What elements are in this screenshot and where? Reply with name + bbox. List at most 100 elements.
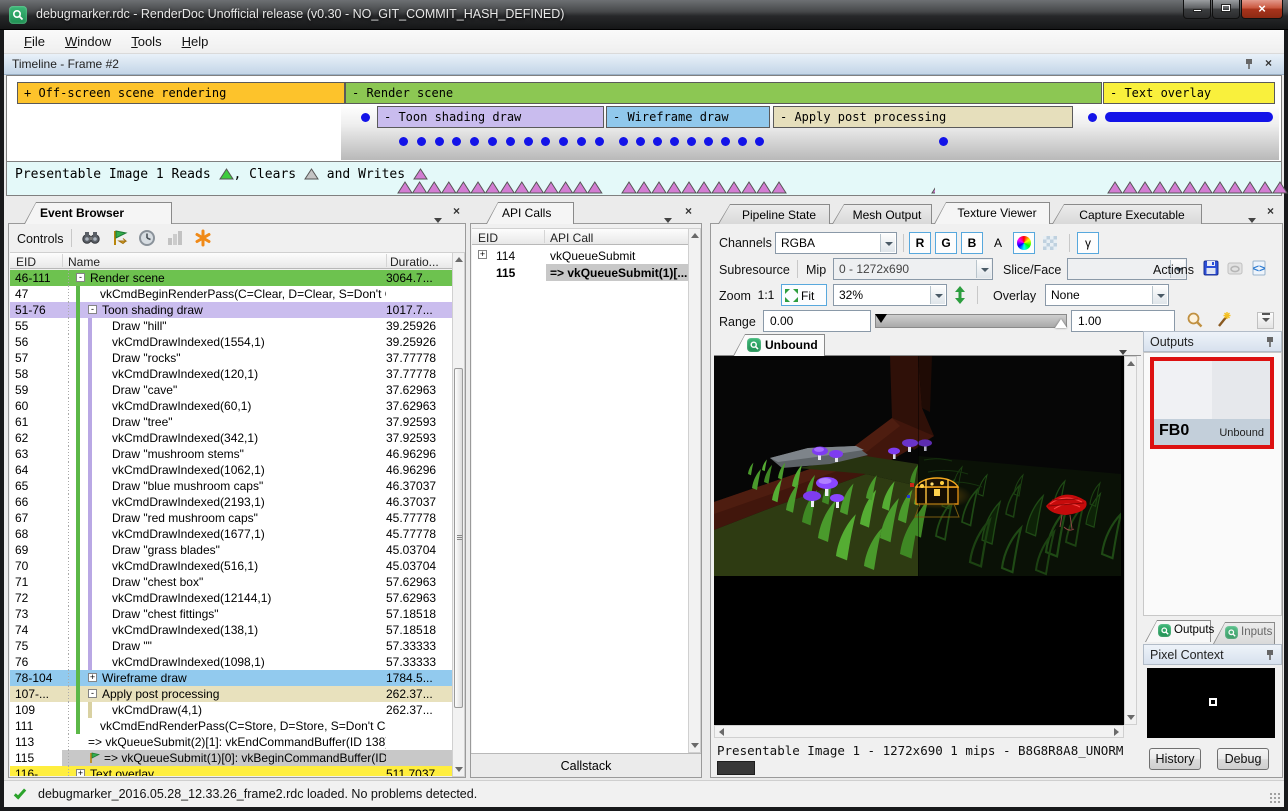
checkerboard-background-button[interactable] — [1039, 232, 1061, 254]
timeline-draw-dot[interactable] — [653, 137, 662, 146]
timeline-draw-dot[interactable] — [577, 137, 586, 146]
callstack-section[interactable]: Callstack — [471, 753, 701, 777]
event-row[interactable]: 113=> vkQueueSubmit(2)[1]: vkEndCommandB… — [10, 734, 454, 750]
pixel-context-pin-icon[interactable] — [1265, 649, 1275, 661]
event-row[interactable]: 66vkCmdDrawIndexed(2193,1)46.37037 — [10, 494, 454, 510]
api-calls-dock-menu-icon[interactable] — [664, 210, 672, 228]
event-browser-column-header[interactable]: EID Name Duratio... — [10, 252, 453, 269]
timeline-draw-dot[interactable] — [619, 137, 628, 146]
tab-texture-viewer[interactable]: Texture Viewer — [934, 202, 1050, 224]
range-white-handle[interactable] — [1055, 319, 1067, 328]
event-row[interactable]: 72vkCmdDrawIndexed(12144,1)57.62963 — [10, 590, 454, 606]
event-row[interactable]: 65Draw "blue mushroom caps"46.37037 — [10, 478, 454, 494]
event-row[interactable]: 47vkCmdBeginRenderPass(C=Clear, D=Clear,… — [10, 286, 454, 302]
pixel-context-view[interactable] — [1147, 668, 1275, 738]
timeline-draw-dot[interactable] — [399, 137, 408, 146]
event-row[interactable]: 115=> vkQueueSubmit(1)[0]: vkBeginComman… — [10, 750, 454, 766]
zoom-level-combo[interactable]: 32% — [833, 284, 947, 306]
tab-mesh-output[interactable]: Mesh Output — [832, 204, 932, 224]
event-row[interactable]: 55Draw "hill"39.25926 — [10, 318, 454, 334]
timeline-marker-bar[interactable]: - Toon shading draw — [377, 106, 604, 128]
time-draws-icon[interactable] — [137, 228, 157, 248]
collapse-icon[interactable]: - — [76, 273, 85, 282]
timeline-draw-dot[interactable] — [636, 137, 645, 146]
event-row[interactable]: 116-...+Text overlay511.7037 — [10, 766, 454, 776]
timeline-draw-dot[interactable] — [721, 137, 730, 146]
find-event-icon[interactable] — [81, 228, 101, 248]
pixel-context-header[interactable]: Pixel Context — [1143, 644, 1282, 665]
api-calls-scrollbar[interactable] — [688, 228, 701, 753]
timeline-draw-dot[interactable] — [435, 137, 444, 146]
save-texture-icon[interactable] — [1201, 258, 1221, 278]
event-row[interactable]: 46-111-Render scene3064.7... — [10, 270, 454, 286]
tab-capture-executable[interactable]: Capture Executable — [1052, 204, 1202, 224]
open-link-icon[interactable] — [1225, 258, 1245, 278]
texture-viewer-close-icon[interactable]: × — [1267, 204, 1274, 218]
tab-pipeline-state[interactable]: Pipeline State — [718, 204, 830, 224]
timeline-canvas[interactable]: + Off-screen scene rendering- Render sce… — [6, 75, 1282, 161]
event-row[interactable]: 73Draw "chest fittings"57.18518 — [10, 606, 454, 622]
event-row[interactable]: 59Draw "cave"37.62963 — [10, 382, 454, 398]
event-row[interactable]: 111vkCmdEndRenderPass(C=Store, D=Store, … — [10, 718, 454, 734]
range-black-handle[interactable] — [875, 314, 887, 323]
timeline-marker-bar[interactable]: - Apply post processing — [773, 106, 1073, 128]
zoom-1-1-button[interactable]: 1:1 — [753, 284, 779, 306]
timeline-panel-header[interactable]: Timeline - Frame #2 × — [4, 54, 1284, 75]
api-events-asterisk-icon[interactable] — [193, 228, 213, 248]
range-max-field[interactable]: 1.00 — [1071, 310, 1175, 332]
timeline-marker-bar[interactable]: + Off-screen scene rendering — [17, 82, 345, 104]
timeline-draw-dot[interactable] — [755, 137, 764, 146]
channel-alpha-toggle[interactable]: A — [987, 232, 1009, 254]
flip-y-icon[interactable] — [953, 285, 967, 305]
event-row[interactable]: 58vkCmdDrawIndexed(120,1)37.77778 — [10, 366, 454, 382]
zoom-fit-button[interactable]: Fit — [781, 284, 827, 306]
pin-icon[interactable] — [1244, 58, 1254, 70]
colorwheel-background-button[interactable] — [1013, 232, 1035, 254]
event-row[interactable]: 76vkCmdDrawIndexed(1098,1)57.33333 — [10, 654, 454, 670]
autofit-wand-icon[interactable] — [1213, 310, 1233, 330]
expand-icon[interactable]: + — [76, 769, 85, 776]
timeline-draw-dot[interactable] — [417, 137, 426, 146]
timeline-draw-dot[interactable] — [506, 137, 515, 146]
timeline-draw-dot[interactable] — [687, 137, 696, 146]
toolbar-overflow-button[interactable] — [1257, 312, 1274, 329]
timeline-draw-dot[interactable] — [488, 137, 497, 146]
menu-help[interactable]: Help — [172, 30, 219, 49]
pixel-history-button[interactable]: History — [1149, 748, 1201, 770]
outputs-pin-icon[interactable] — [1265, 336, 1275, 348]
range-slider[interactable] — [875, 314, 1067, 328]
range-min-field[interactable]: 0.00 — [763, 310, 871, 332]
api-call-row[interactable]: +114vkQueueSubmit — [472, 247, 688, 264]
minimize-button[interactable] — [1183, 0, 1211, 19]
texture-list-dropdown-icon[interactable] — [1119, 342, 1127, 360]
bookmark-flag-icon[interactable] — [109, 228, 129, 248]
gamma-toggle[interactable]: γ — [1077, 232, 1099, 254]
timeline-draw-dot[interactable] — [939, 137, 948, 146]
event-row[interactable]: 75Draw ""57.33333 — [10, 638, 454, 654]
timeline-close-icon[interactable]: × — [1265, 56, 1272, 70]
event-row[interactable]: 67Draw "red mushroom caps"45.77778 — [10, 510, 454, 526]
event-browser-scrollbar[interactable] — [452, 252, 465, 777]
api-calls-list[interactable]: +114vkQueueSubmit115=> vkQueueSubmit(1)[… — [472, 245, 688, 753]
channel-green-toggle[interactable]: G — [935, 232, 957, 254]
maximize-button[interactable] — [1212, 0, 1240, 19]
resize-grip[interactable] — [1269, 792, 1281, 804]
event-row[interactable]: 57Draw "rocks"37.77778 — [10, 350, 454, 366]
zoom-range-icon[interactable] — [1185, 310, 1205, 330]
event-row[interactable]: 61Draw "tree"37.92593 — [10, 414, 454, 430]
channel-blue-toggle[interactable]: B — [961, 232, 983, 254]
api-calls-close-icon[interactable]: × — [685, 204, 692, 218]
tab-event-browser[interactable]: Event Browser — [24, 202, 172, 224]
timeline-marker-bar[interactable]: - Wireframe draw — [606, 106, 770, 128]
statistics-icon[interactable] — [165, 228, 185, 248]
event-row[interactable]: 63Draw "mushroom stems"46.96296 — [10, 446, 454, 462]
event-row[interactable]: 107-...-Apply post processing262.37... — [10, 686, 454, 702]
tab-inputs[interactable]: Inputs — [1213, 622, 1275, 644]
tab-api-calls[interactable]: API Calls — [486, 202, 574, 224]
menu-tools[interactable]: Tools — [121, 30, 171, 49]
channel-red-toggle[interactable]: R — [909, 232, 931, 254]
fb0-thumbnail[interactable]: FB0 Unbound — [1150, 357, 1274, 449]
timeline-marker-bar[interactable]: - Text overlay — [1103, 82, 1275, 104]
title-bar[interactable]: debugmarker.rdc - RenderDoc Unofficial r… — [0, 0, 1288, 30]
viewport-horizontal-scrollbar[interactable] — [714, 725, 1124, 738]
